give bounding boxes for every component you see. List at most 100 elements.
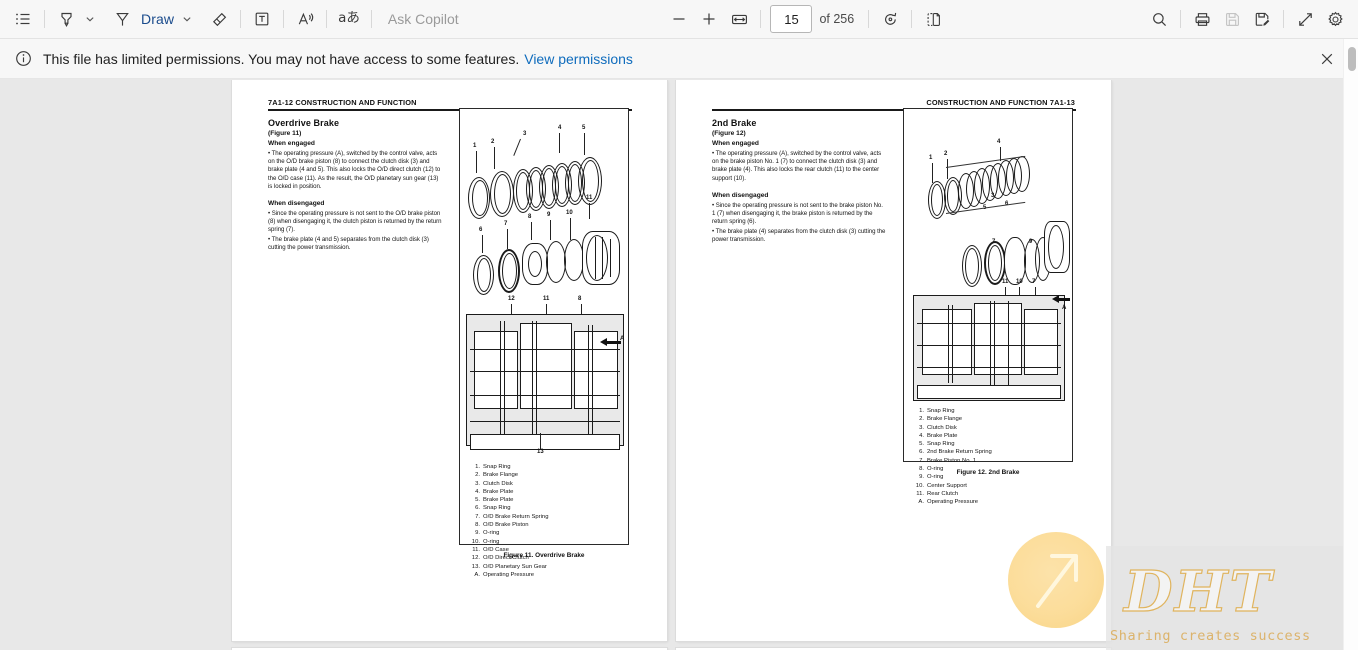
draw-pen-button[interactable] [107, 4, 137, 34]
legend-label: Snap Ring [927, 408, 955, 414]
section-title-left: Overdrive Brake [268, 118, 340, 128]
legend-label: O-ring [483, 538, 500, 545]
add-text-button[interactable] [247, 4, 277, 34]
leader-8 [531, 222, 532, 240]
when-engaged-head-left: When engaged [268, 140, 315, 147]
rotate-button[interactable] [875, 4, 905, 34]
draw-options-caret[interactable] [178, 4, 196, 34]
highlighter-button[interactable] [51, 4, 81, 34]
fullscreen-button[interactable] [1290, 4, 1320, 34]
toolbar-divider-6 [760, 10, 762, 28]
pdf-page-14[interactable]: 7A1-12 CONSTRUCTION AND FUNCTION Overdri… [232, 80, 667, 641]
close-notification-button[interactable] [1314, 46, 1340, 72]
leader-4 [559, 133, 560, 153]
callout-r-11-cs: 11 [1002, 279, 1009, 285]
legend-label: O/D Brake Piston [483, 522, 529, 529]
part-r-snap-ring-1b [931, 184, 943, 216]
legend-label: Brake Plate [483, 497, 514, 504]
legend-item: 7. Brake Piston No. 1 [913, 457, 992, 465]
legend-item: 4. Brake Plate [913, 432, 992, 440]
permissions-notification-bar: This file has limited permissions. You m… [0, 39, 1358, 79]
cs-shaft [470, 434, 620, 450]
cs-line-4 [470, 421, 620, 422]
legend-label: Brake Flange [483, 472, 519, 479]
legend-item: 8. O/D Brake Piston [469, 521, 548, 529]
cs-clutch-pack-left [474, 331, 518, 409]
leader-9 [550, 220, 551, 240]
pressure-arrow-tail [607, 341, 621, 344]
page-layout-button[interactable] [918, 4, 948, 34]
callout-r-A: A [1062, 305, 1067, 311]
when-engaged-body-left: • The operating pressure (A), switched b… [268, 150, 441, 190]
cs-r-line-3 [917, 367, 1061, 368]
view-permissions-link[interactable]: View permissions [524, 51, 633, 67]
callout-10: 10 [566, 210, 573, 216]
legend-label: Operating Pressure [483, 571, 535, 578]
legend-item: 9. O-ring [469, 529, 548, 537]
case-rib-2 [602, 237, 603, 279]
legend-num: 5. [919, 441, 924, 448]
fit-to-width-button[interactable] [724, 4, 754, 34]
legend-num: 11. [916, 490, 924, 497]
eraser-icon [210, 10, 229, 29]
when-disengaged-body-1-right: • Since the operating pressure is not se… [712, 202, 883, 226]
part-r-center-support-10b [1048, 225, 1064, 269]
ask-copilot-button[interactable]: Ask Copilot [378, 4, 469, 34]
part-r-flange-2b [947, 180, 959, 212]
part-o-ring-10 [564, 239, 584, 281]
bullet-list-button[interactable] [8, 4, 38, 34]
cs-r-vline-1 [948, 305, 949, 383]
highlighter-icon [57, 10, 76, 29]
callout-7: 7 [504, 221, 508, 227]
legend-label: 2nd Brake Return Spring [927, 449, 992, 456]
settings-button[interactable] [1320, 4, 1350, 34]
search-button[interactable] [1144, 4, 1174, 34]
part-r-brake-piston-7 [1004, 237, 1026, 285]
part-r-stack-h [1014, 156, 1030, 192]
save-as-icon [1253, 10, 1272, 29]
read-aloud-button[interactable] [290, 4, 320, 34]
cs-r-vline-3 [990, 301, 991, 385]
part-snap-ring-6b [477, 258, 491, 292]
callout-4: 4 [558, 125, 562, 131]
pressure-arrow-head [600, 338, 607, 346]
translate-button[interactable]: aあ [333, 4, 365, 34]
save-as-button[interactable] [1247, 4, 1277, 34]
vertical-scrollbar[interactable] [1343, 39, 1358, 650]
callout-11: 11 [586, 195, 593, 201]
part-snap-ring-1b [472, 180, 488, 216]
chevron-down-icon [182, 14, 192, 24]
scrollbar-thumb[interactable] [1347, 47, 1356, 71]
eraser-button[interactable] [204, 4, 234, 34]
pdf-viewer[interactable]: 7A1-12 CONSTRUCTION AND FUNCTION Overdri… [0, 80, 1358, 650]
pdf-page-15[interactable]: CONSTRUCTION AND FUNCTION 7A1-13 2nd Bra… [676, 80, 1111, 641]
legend-item: 13. O/D Planetary Sun Gear [469, 563, 548, 571]
zoom-out-icon [670, 10, 688, 28]
legend-num: 6. [919, 449, 924, 456]
legend-item: 6. 2nd Brake Return Spring [913, 448, 992, 456]
when-disengaged-head-right: When disengaged [712, 192, 769, 199]
leader-5 [584, 133, 585, 155]
leader-13 [540, 433, 541, 449]
figure-11-frame: 1 2 3 4 5 6 7 8 9 10 11 12 11 8 A 13 1. … [459, 108, 629, 578]
highlighter-options-caret[interactable] [81, 4, 99, 34]
zoom-in-button[interactable] [694, 4, 724, 34]
zoom-out-button[interactable] [664, 4, 694, 34]
cs-r-vline-5 [1008, 301, 1009, 385]
rotate-icon [881, 10, 900, 29]
cs-vline-4 [536, 321, 537, 443]
cs-r-left-block [922, 309, 972, 375]
zoom-in-icon [700, 10, 718, 28]
page-number-input[interactable] [770, 5, 813, 33]
page-header-left: 7A1-12 CONSTRUCTION AND FUNCTION [268, 98, 417, 107]
legend-num: A. [474, 571, 480, 578]
legend-num: A. [918, 499, 924, 506]
toolbar-divider-4 [326, 10, 328, 28]
print-button[interactable] [1187, 4, 1217, 34]
legend-num: 13. [471, 563, 480, 570]
save-button[interactable] [1217, 4, 1247, 34]
legend-item: 5. Brake Plate [469, 496, 548, 504]
chevron-down-icon [85, 14, 95, 24]
toolbar-divider-9 [1180, 10, 1181, 28]
when-engaged-body-right: • The operating pressure (A), switched b… [712, 150, 882, 182]
